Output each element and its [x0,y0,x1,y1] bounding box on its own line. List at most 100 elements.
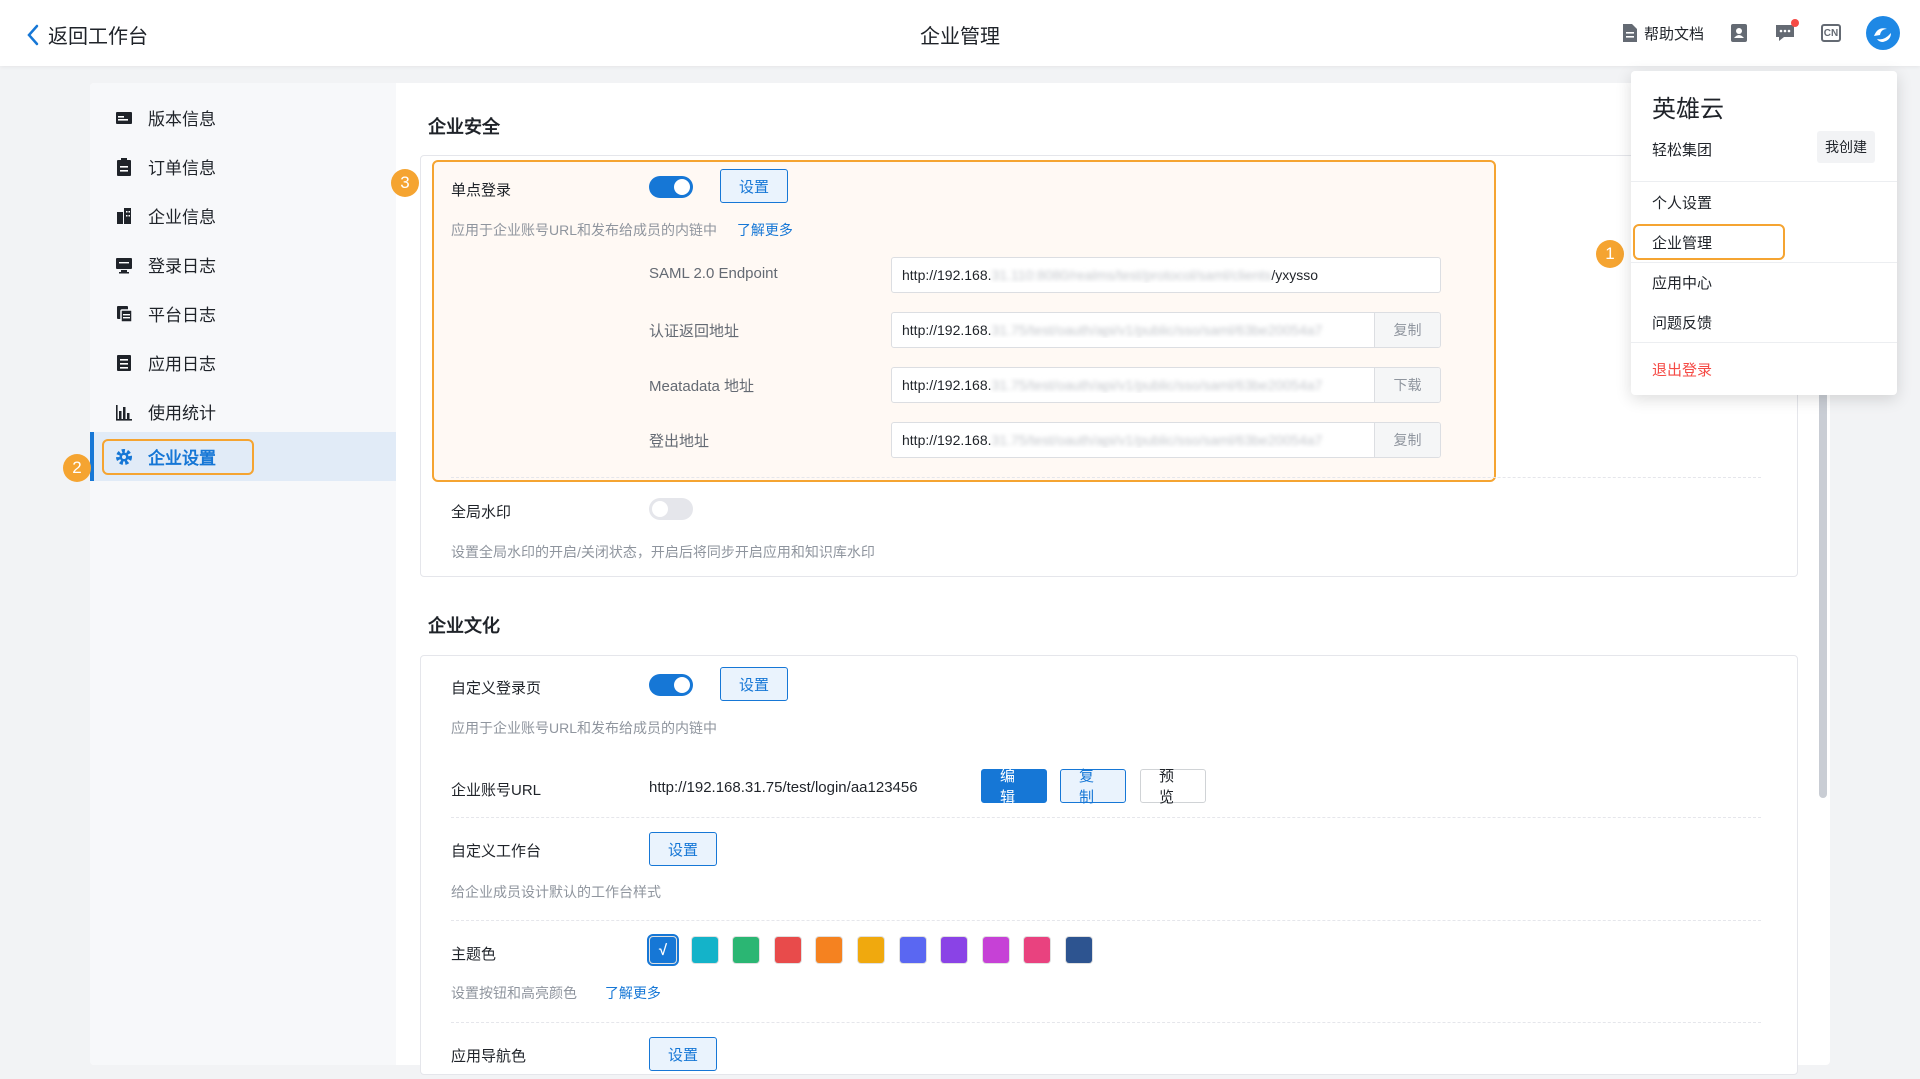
badge-3: 3 [391,169,419,197]
theme-color-label: 主题色 [451,946,497,963]
scrollbar[interactable] [1819,368,1827,798]
account-url-value: http://192.168.31.75/test/login/aa123456 [649,779,918,796]
custom-login-toggle[interactable] [649,674,693,696]
watermark-label: 全局水印 [451,504,512,521]
back-to-workbench-button[interactable]: 返回工作台 [26,20,148,49]
sidebar-item-version[interactable]: 版本信息 [90,93,396,142]
sidebar-item-login-log[interactable]: 登录日志 [90,240,396,289]
custom-workbench-settings-button[interactable]: 设置 [649,832,718,866]
card-icon [114,108,134,128]
sidebar-item-company-settings[interactable]: 企业设置 [90,432,396,481]
field-prefix: http://192.168. [902,267,992,283]
theme-color-swatch[interactable] [858,937,884,963]
theme-color-swatch[interactable]: √ [647,934,679,966]
menu-item-company-management[interactable]: 企业管理 [1631,222,1897,262]
custom-login-settings-button[interactable]: 设置 [720,667,789,701]
sidebar-item-app-log[interactable]: 应用日志 [90,338,396,387]
sidebar-item-platform-log[interactable]: 平台日志 [90,289,396,338]
divider [1631,342,1897,343]
logout-url-field[interactable]: http://192.168.31.75/test/oauth/api/v1/p… [891,422,1441,458]
group-name[interactable]: 轻松集团 [1652,139,1712,160]
watermark-toggle[interactable] [649,498,693,520]
theme-desc-text: 设置按钮和高亮颜色 [451,985,577,1001]
nav-color-label: 应用导航色 [451,1048,527,1065]
section-title-security: 企业安全 [428,117,500,137]
badge-1: 1 [1596,240,1624,268]
section-title-culture: 企业文化 [428,616,500,636]
file-copy-icon [114,304,134,324]
bar-chart-icon [114,402,134,422]
theme-color-swatch[interactable] [1066,937,1092,963]
language-button[interactable]: CN [1820,22,1842,44]
messages-button[interactable] [1774,19,1799,44]
language-icon: CN [1821,24,1841,42]
contacts-icon [1731,24,1747,42]
theme-color-swatch[interactable] [733,937,760,963]
preview-url-button[interactable]: 预览 [1140,768,1206,806]
sso-toggle[interactable] [649,176,693,198]
divider [451,920,1761,921]
custom-workbench-label: 自定义工作台 [451,843,542,860]
theme-color-swatch[interactable] [816,937,843,963]
theme-learn-more-link[interactable]: 了解更多 [605,985,661,1001]
building-icon [114,206,134,226]
theme-color-swatch[interactable] [941,937,968,963]
field-prefix: http://192.168. [902,377,992,393]
nav-color-settings-button[interactable]: 设置 [649,1037,718,1071]
saml-endpoint-label: SAML 2.0 Endpoint [649,265,778,282]
org-name: 英雄云 [1652,96,1724,123]
toggle-knob [652,501,668,517]
notification-dot [1791,19,1799,27]
user-avatar[interactable] [1866,16,1900,50]
auth-return-label: 认证返回地址 [649,323,740,340]
field-blurred: 31.75/test/oauth/api/v1/public/sso/saml/… [991,322,1323,338]
top-bar: 返回工作台 企业管理 帮助文档 CN [0,0,1920,66]
theme-color-swatch[interactable] [982,937,1009,963]
copy-url-button[interactable]: 复制 [1060,768,1126,806]
sidebar-item-orders[interactable]: 订单信息 [90,142,396,191]
copy-button[interactable]: 复制 [1374,313,1440,347]
sidebar-item-label: 企业信息 [148,208,216,227]
theme-color-swatch[interactable] [774,937,801,963]
help-docs-label: 帮助文档 [1643,25,1704,43]
menu-item-personal-settings[interactable]: 个人设置 [1631,182,1897,222]
field-blurred: 31.110:8080/realms/test/protocol/saml/cl… [991,267,1272,283]
sidebar-item-company-info[interactable]: 企业信息 [90,191,396,240]
metadata-field[interactable]: http://192.168.31.75/test/oauth/api/v1/p… [891,367,1441,403]
theme-color-swatch[interactable] [691,937,718,963]
download-button[interactable]: 下载 [1374,368,1440,402]
menu-item-app-center[interactable]: 应用中心 [1631,262,1897,302]
field-prefix: http://192.168. [902,322,992,338]
theme-color-swatch[interactable] [899,937,926,963]
toggle-knob [674,179,690,195]
sidebar-item-label: 应用日志 [148,355,216,374]
custom-workbench-description: 给企业成员设计默认的工作台样式 [451,884,661,900]
field-value: http://192.168.31.75/test/oauth/api/v1/p… [892,322,1374,338]
field-blurred: 31.75/test/oauth/api/v1/public/sso/saml/… [991,377,1323,393]
chevron-left-icon [27,24,39,45]
sso-settings-button[interactable]: 设置 [720,169,789,203]
auth-return-field[interactable]: http://192.168.31.75/test/oauth/api/v1/p… [891,312,1441,348]
divider [451,817,1761,818]
monitor-icon [114,255,134,275]
field-prefix: http://192.168. [902,432,992,448]
top-actions: 帮助文档 CN [1622,16,1900,50]
sidebar-item-label: 订单信息 [148,159,216,178]
theme-color-swatch[interactable] [1024,937,1051,963]
edit-url-button[interactable]: 编辑 [981,768,1047,806]
toggle-knob [674,677,690,693]
sidebar-item-usage-stats[interactable]: 使用统计 [90,387,396,436]
copy-button[interactable]: 复制 [1374,423,1440,457]
saml-endpoint-field[interactable]: http://192.168.31.110:8080/realms/test/p… [891,257,1441,293]
menu-item-feedback[interactable]: 问题反馈 [1631,302,1897,342]
user-dropdown-menu: 英雄云 轻松集团 我创建 个人设置 企业管理 应用中心 问题反馈 退出登录 [1631,71,1897,395]
contacts-button[interactable] [1728,22,1750,44]
custom-login-description: 应用于企业账号URL和发布给成员的内链中 [451,720,718,736]
sidebar-item-label: 平台日志 [148,306,216,325]
sidebar-item-label: 登录日志 [148,257,216,276]
divider [451,477,1761,478]
field-value: http://192.168.31.75/test/oauth/api/v1/p… [892,432,1374,448]
menu-item-logout[interactable]: 退出登录 [1631,349,1897,389]
help-docs-button[interactable]: 帮助文档 [1622,23,1704,44]
sso-learn-more-link[interactable]: 了解更多 [737,222,793,238]
